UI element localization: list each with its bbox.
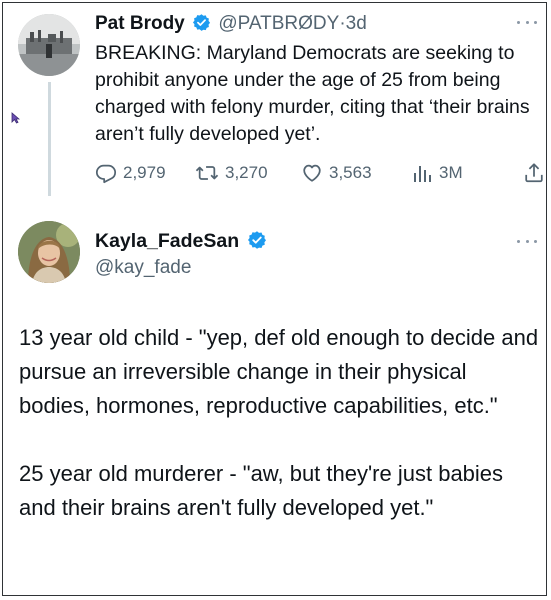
- retweet-count: 3,270: [225, 163, 268, 182]
- thread-connector-line: [48, 82, 51, 196]
- share-icon: [525, 163, 543, 183]
- tweet-paragraph-1: 13 year old child - "yep, def old enough…: [19, 325, 539, 418]
- reply-count: 2,979: [123, 163, 166, 182]
- mouse-cursor-icon: [11, 112, 20, 124]
- tweet-text: 13 year old child - "yep, def old enough…: [19, 321, 539, 525]
- reply-button[interactable]: 2,979: [95, 159, 166, 187]
- quoted-tweet-time[interactable]: 3d: [346, 13, 367, 34]
- quoted-tweet-header: Pat Brody @PATBRØDY·3d: [95, 13, 367, 35]
- quoted-tweet-text: BREAKING: Maryland Democrats are seeking…: [95, 42, 530, 145]
- views-button[interactable]: 3M: [413, 159, 463, 187]
- author-handle[interactable]: @kay_fade: [95, 257, 191, 279]
- views-count: 3M: [439, 163, 463, 182]
- tweet-card: Pat Brody @PATBRØDY·3d BREAKING: Marylan…: [2, 2, 547, 596]
- reply-icon: [95, 164, 117, 184]
- verified-badge-icon: [247, 231, 266, 249]
- like-icon: [303, 164, 321, 182]
- author-name[interactable]: Kayla_FadeSan: [95, 230, 269, 253]
- quoted-author-name[interactable]: Pat Brody: [95, 13, 185, 34]
- author-avatar[interactable]: [18, 221, 80, 283]
- verified-badge-icon: [192, 14, 211, 31]
- author-name-label: Kayla_FadeSan: [95, 230, 240, 252]
- like-button[interactable]: 3,563: [301, 159, 372, 187]
- retweet-button[interactable]: 3,270: [195, 159, 268, 187]
- like-count: 3,563: [329, 163, 372, 182]
- more-options-icon[interactable]: [517, 19, 537, 25]
- retweet-icon: [195, 166, 219, 180]
- views-icon: [414, 166, 431, 182]
- quoted-author-handle[interactable]: @PATBRØDY: [218, 13, 339, 34]
- quoted-tweet-actions: 2,979 3,270 3,563 3M: [95, 159, 550, 187]
- share-button[interactable]: [523, 159, 545, 187]
- quoted-author-avatar[interactable]: [18, 14, 80, 76]
- more-options-icon[interactable]: [517, 238, 537, 244]
- tweet-paragraph-2: 25 year old murderer - "aw, but they're …: [19, 461, 504, 520]
